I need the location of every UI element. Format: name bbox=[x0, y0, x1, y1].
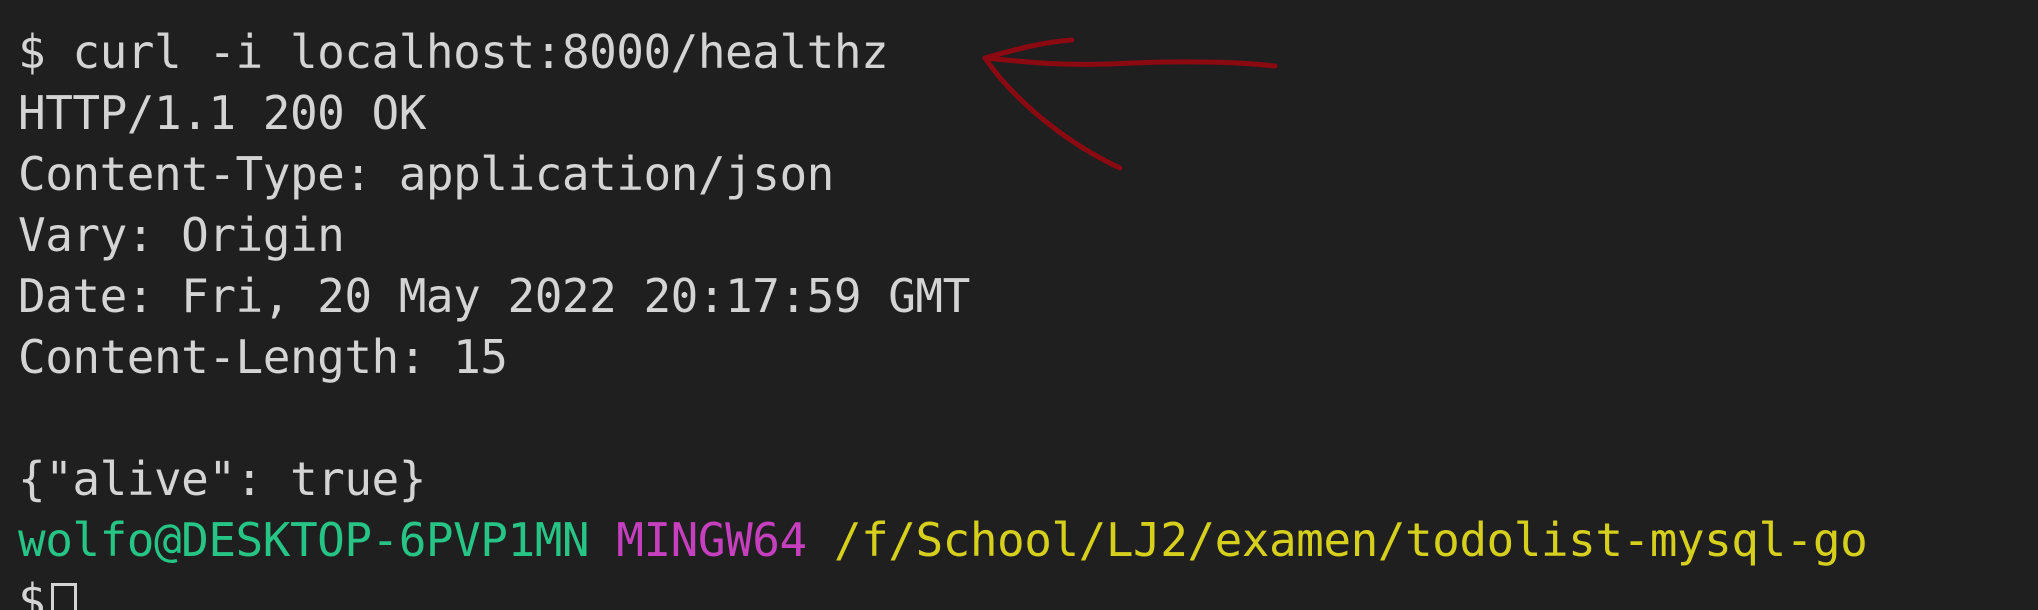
text-cursor[interactable] bbox=[51, 583, 78, 610]
response-header-content-type: Content-Type: application/json bbox=[18, 147, 834, 201]
command-line: $ curl -i localhost:8000/healthz bbox=[18, 25, 889, 79]
prompt-user-host: wolfo@DESKTOP-6PVP1MN bbox=[18, 513, 590, 567]
response-status-line: HTTP/1.1 200 OK bbox=[18, 86, 426, 140]
prompt-system: MINGW64 bbox=[616, 513, 807, 567]
input-line[interactable]: $ bbox=[18, 571, 2038, 610]
response-header-date: Date: Fri, 20 May 2022 20:17:59 GMT bbox=[18, 269, 970, 323]
response-header-content-length: Content-Length: 15 bbox=[18, 330, 508, 384]
prompt-symbol: $ bbox=[18, 574, 46, 610]
terminal-window[interactable]: $ curl -i localhost:8000/healthz HTTP/1.… bbox=[0, 0, 2038, 610]
shell-prompt: wolfo@DESKTOP-6PVP1MN MINGW64 /f/School/… bbox=[18, 510, 2038, 571]
prompt-path: /f/School/LJ2/examen/todolist-mysql-go bbox=[833, 513, 1868, 567]
terminal-output: $ curl -i localhost:8000/healthz HTTP/1.… bbox=[18, 22, 2038, 610]
response-body: {"alive": true} bbox=[18, 452, 426, 506]
response-header-vary: Vary: Origin bbox=[18, 208, 345, 262]
